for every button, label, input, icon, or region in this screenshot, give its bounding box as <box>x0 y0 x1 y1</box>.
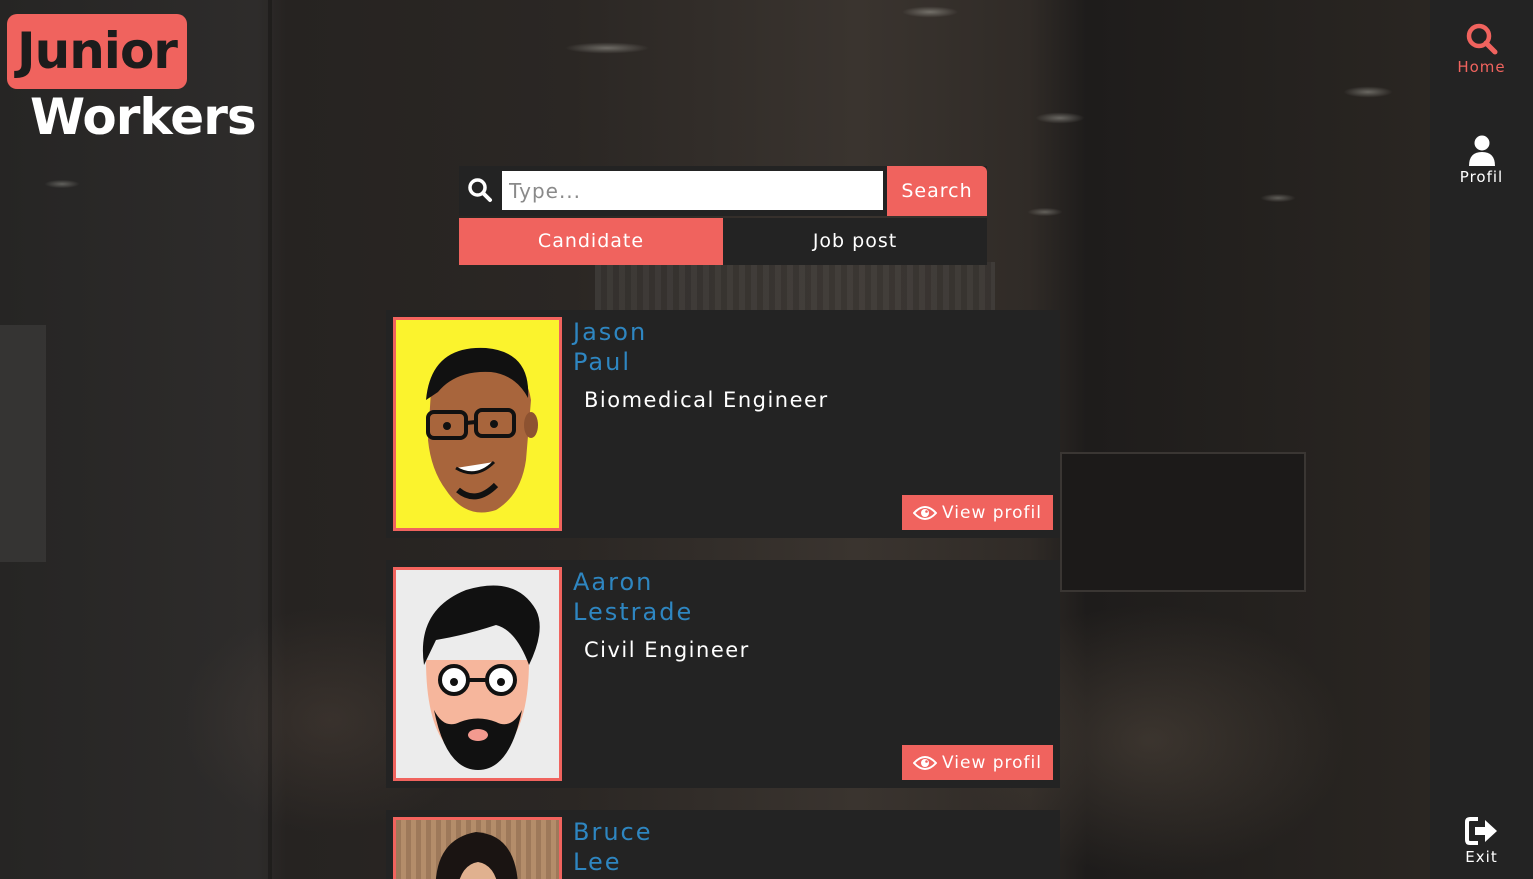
background-pillar <box>268 0 272 879</box>
tab-job-post[interactable]: Job post <box>723 218 987 265</box>
background-blinds <box>595 262 995 310</box>
tab-candidate[interactable]: Candidate <box>459 218 723 265</box>
eye-icon <box>913 755 937 770</box>
eye-icon <box>913 505 937 520</box>
candidate-avatar <box>393 567 562 781</box>
candidate-last-name[interactable]: Paul <box>573 348 631 376</box>
search-button[interactable]: Search <box>887 166 987 216</box>
search-input[interactable] <box>502 171 883 210</box>
candidate-card: Aaron Lestrade Civil Engineer View profi… <box>386 560 1060 788</box>
candidate-job-title: Biomedical Engineer <box>584 388 829 412</box>
candidate-card: Bruce Lee <box>386 810 1060 879</box>
candidate-avatar <box>393 317 562 531</box>
candidate-first-name[interactable]: Jason <box>573 318 647 346</box>
logo-junior-text: Junior <box>7 14 187 89</box>
candidate-avatar <box>393 817 562 879</box>
view-profile-label: View profil <box>942 502 1042 523</box>
nav-profil-label: Profil <box>1459 168 1504 186</box>
view-profile-button[interactable]: View profil <box>902 495 1053 530</box>
candidate-last-name[interactable]: Lee <box>573 848 621 876</box>
candidate-first-name[interactable]: Aaron <box>573 568 653 596</box>
candidate-card: Jason Paul Biomedical Engineer View prof… <box>386 310 1060 538</box>
sign-out-icon <box>1464 817 1497 845</box>
result-type-tabs: Candidate Job post <box>459 218 987 265</box>
logo-workers-text: Workers <box>30 88 257 146</box>
nav-home[interactable]: Home <box>1430 22 1533 76</box>
background-wall <box>0 325 46 562</box>
user-icon <box>1468 135 1495 166</box>
nav-home-label: Home <box>1457 58 1506 76</box>
view-profile-button[interactable]: View profil <box>902 745 1053 780</box>
candidate-last-name[interactable]: Lestrade <box>573 598 693 626</box>
candidate-job-title: Civil Engineer <box>584 638 750 662</box>
nav-exit-label: Exit <box>1465 848 1498 866</box>
background-screen <box>1060 452 1306 592</box>
right-navigation: Home Profil Exit <box>1430 0 1533 879</box>
search-icon <box>467 177 493 207</box>
search-bar: Search <box>459 166 987 216</box>
view-profile-label: View profil <box>942 752 1042 773</box>
search-icon <box>1466 23 1497 55</box>
nav-profil[interactable]: Profil <box>1430 134 1533 186</box>
nav-exit[interactable]: Exit <box>1430 816 1533 866</box>
candidate-first-name[interactable]: Bruce <box>573 818 653 846</box>
